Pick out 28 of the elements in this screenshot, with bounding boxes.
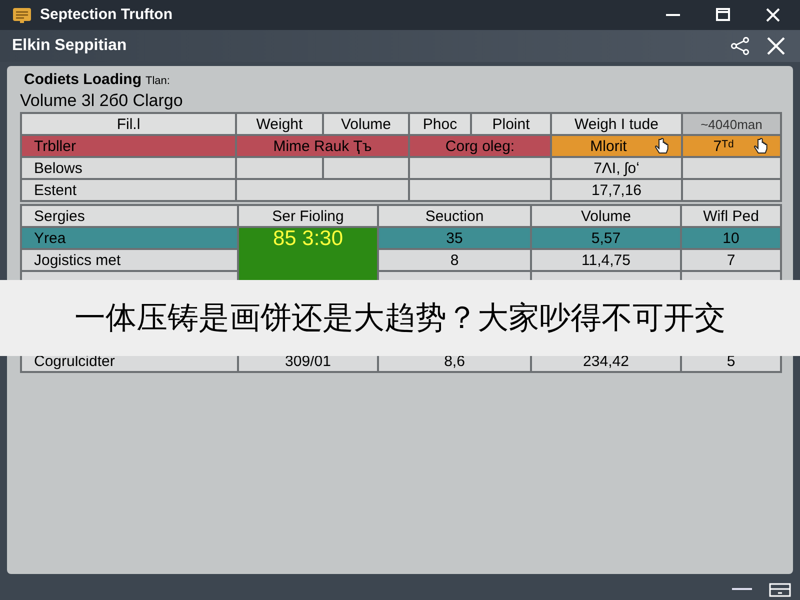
column-header: Seuction [378, 205, 531, 227]
window-button[interactable] [768, 582, 792, 598]
caption-banner: 一体压铸是画饼还是大趋势？大家吵得不可开交 [0, 280, 800, 356]
column-header: ~4040man [682, 113, 781, 135]
header-title: Elkin Seppitian [12, 36, 127, 56]
column-header: Fil.l [21, 113, 236, 135]
share-button[interactable] [728, 34, 752, 58]
window-icon [769, 583, 791, 597]
table-cell: Estent [21, 179, 236, 201]
cell-text: Mlorit [590, 138, 628, 154]
maximize-icon [715, 8, 731, 22]
column-header: Sergies [21, 205, 238, 227]
column-header: Volume [531, 205, 681, 227]
column-header: Wifl Ped [681, 205, 781, 227]
close-icon [765, 7, 781, 23]
panel-subheading: Volume 3l 2б0 Clargo [20, 91, 183, 110]
minimize-icon [731, 587, 753, 591]
column-header: Ser Fioling [238, 205, 378, 227]
minimize-icon [665, 13, 681, 17]
column-header: Weigh I tude [551, 113, 682, 135]
notepad-icon [12, 6, 32, 24]
window-title: Septection Trufton [40, 4, 172, 25]
panel-heading: Codiets Loading [24, 70, 142, 90]
table-cell: 17,7,16 [551, 179, 682, 201]
close-icon [766, 36, 786, 56]
cell-text: 7ᵀᵈ [713, 138, 735, 154]
share-icon [730, 37, 750, 55]
heading-note: Tlan: [146, 74, 170, 89]
